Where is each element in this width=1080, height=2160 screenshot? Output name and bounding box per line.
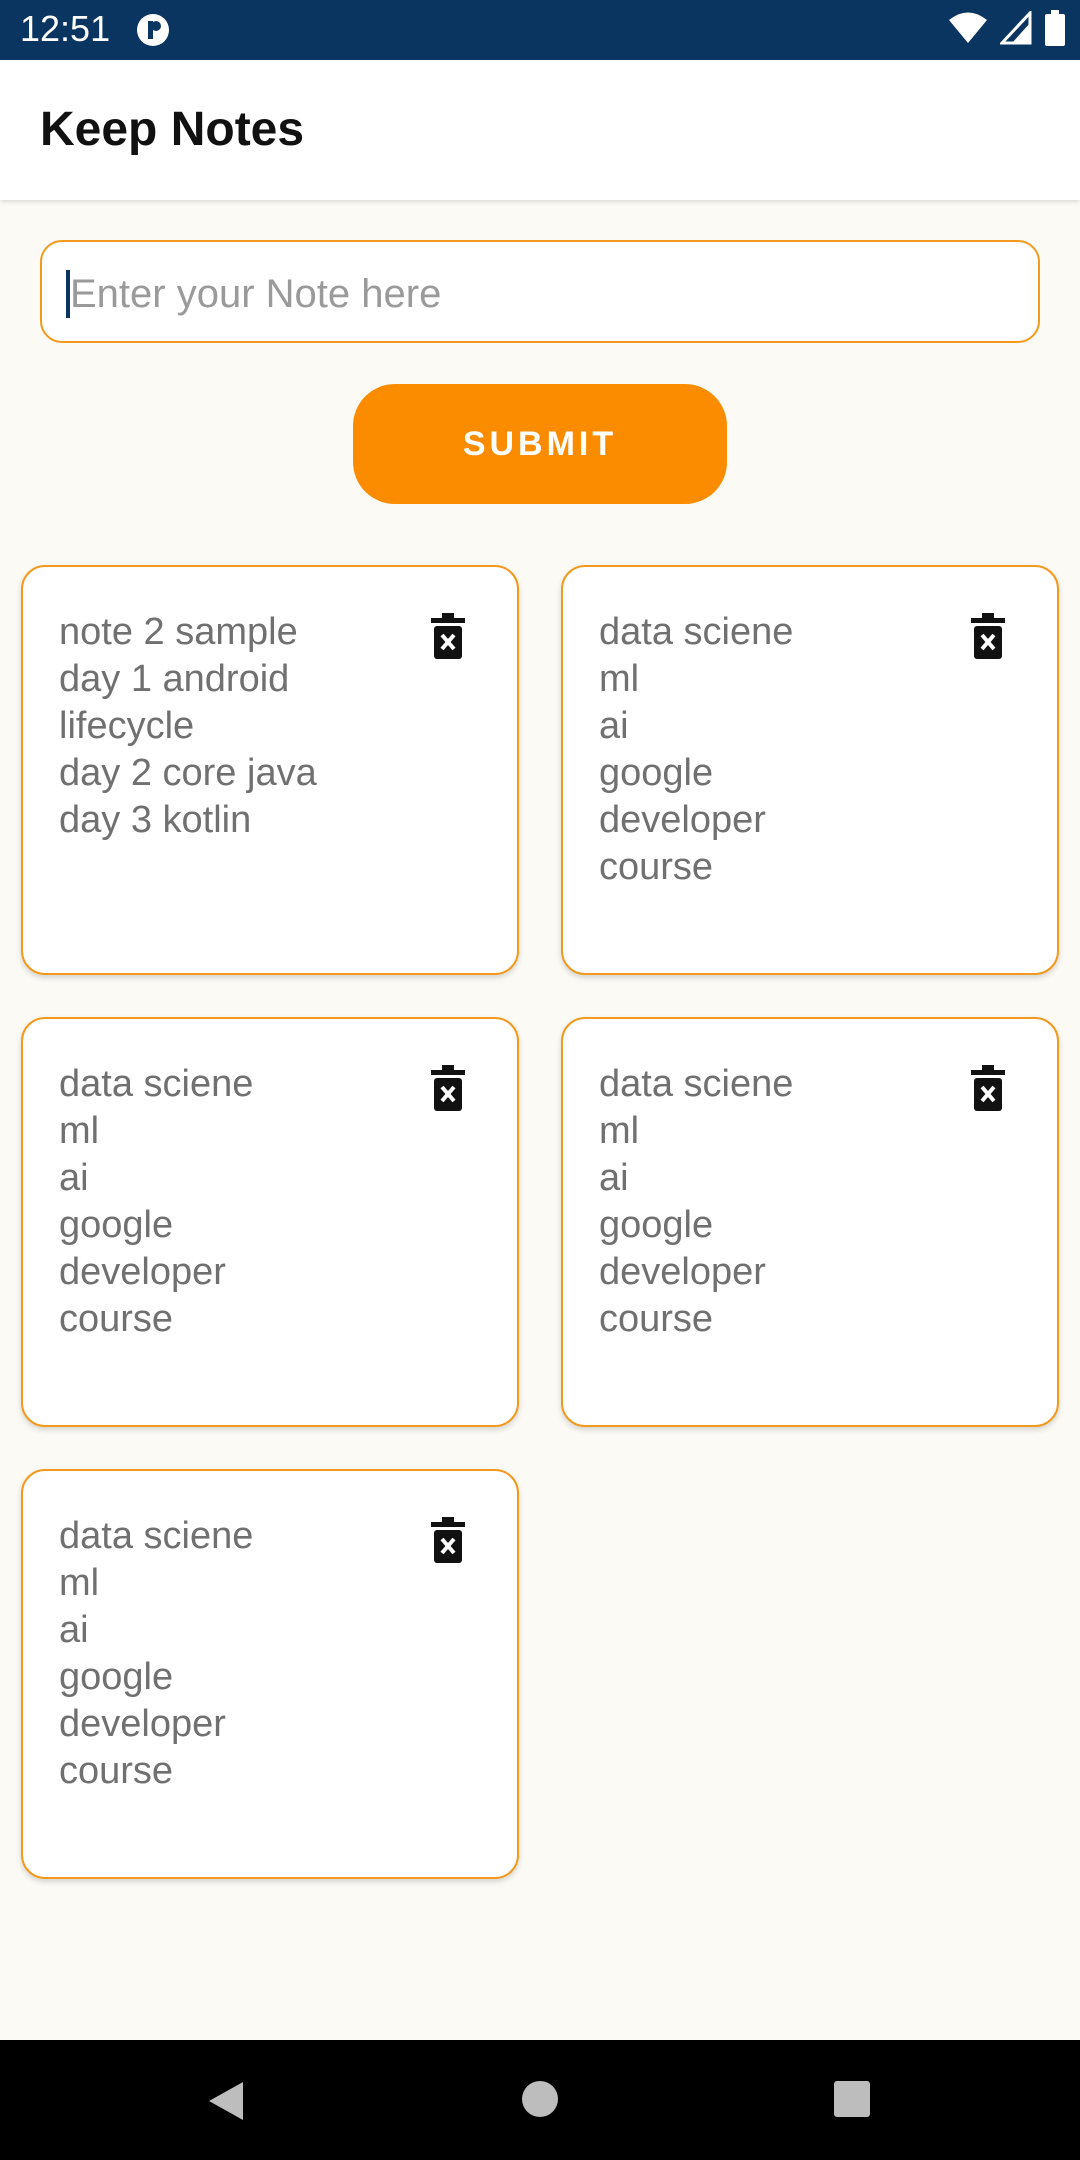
wifi-icon bbox=[948, 11, 988, 50]
note-text: data sciene ml ai google developer cours… bbox=[599, 1063, 794, 1340]
note-card[interactable]: note 2 sample day 1 android lifecycle da… bbox=[21, 565, 519, 975]
delete-icon[interactable] bbox=[431, 613, 465, 664]
recents-icon[interactable] bbox=[833, 2080, 871, 2123]
note-text: data sciene ml ai google developer cours… bbox=[59, 1515, 254, 1792]
note-input[interactable]: Enter your Note here bbox=[40, 240, 1040, 343]
signal-icon bbox=[998, 9, 1032, 50]
home-icon[interactable] bbox=[521, 2080, 559, 2123]
back-icon[interactable] bbox=[205, 2080, 245, 2127]
note-text: note 2 sample day 1 android lifecycle da… bbox=[59, 611, 317, 841]
note-input-placeholder: Enter your Note here bbox=[70, 272, 442, 316]
delete-icon[interactable] bbox=[431, 1065, 465, 1116]
note-card[interactable]: data sciene ml ai google developer cours… bbox=[21, 1017, 519, 1427]
status-bar: 12:51 bbox=[0, 0, 1080, 60]
navigation-bar bbox=[0, 2040, 1080, 2160]
note-card[interactable]: data sciene ml ai google developer cours… bbox=[561, 1017, 1059, 1427]
delete-icon[interactable] bbox=[971, 613, 1005, 664]
note-card[interactable]: data sciene ml ai google developer cours… bbox=[21, 1469, 519, 1879]
app-bar: Keep Notes bbox=[0, 60, 1080, 200]
note-text: data sciene ml ai google developer cours… bbox=[599, 611, 794, 888]
status-time: 12:51 bbox=[20, 8, 111, 49]
battery-icon bbox=[1044, 10, 1066, 51]
delete-icon[interactable] bbox=[971, 1065, 1005, 1116]
note-text: data sciene ml ai google developer cours… bbox=[59, 1063, 254, 1340]
app-title: Keep Notes bbox=[40, 103, 305, 156]
submit-button[interactable]: SUBMIT bbox=[353, 384, 727, 504]
note-card[interactable]: data sciene ml ai google developer cours… bbox=[561, 565, 1059, 975]
delete-icon[interactable] bbox=[431, 1517, 465, 1568]
app-notification-icon bbox=[136, 13, 170, 52]
